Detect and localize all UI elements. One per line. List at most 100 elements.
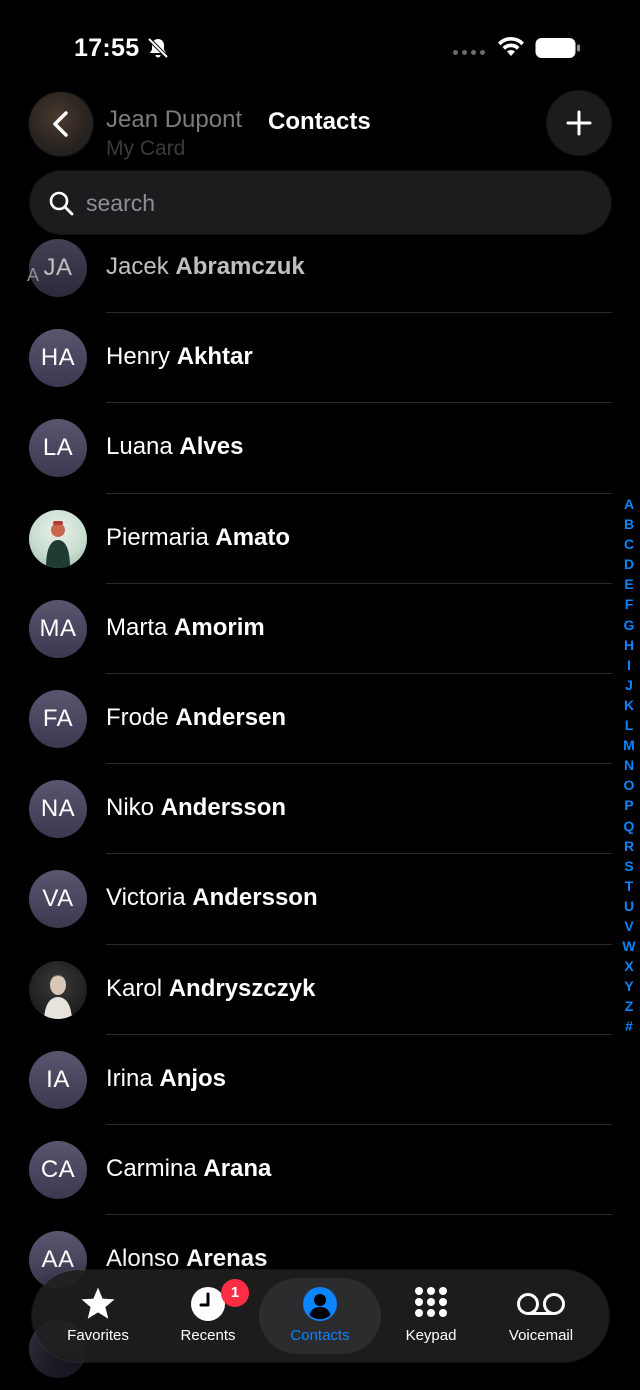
contact-name: Karol Andryszczyk	[106, 975, 315, 1003]
contact-avatar: CA	[29, 1140, 87, 1199]
contacts-list[interactable]: JA Jacek Abramczuk HA Henry Akhtar LA Lu…	[0, 223, 612, 1305]
contact-name: Marta Amorim	[106, 614, 265, 642]
contact-name: Victoria Andersson	[106, 884, 318, 912]
contact-name: Jacek Abramczuk	[106, 253, 305, 281]
contact-row[interactable]: NA Niko Andersson	[0, 764, 612, 855]
contact-avatar: IA	[29, 1050, 87, 1109]
contact-avatar: VA	[29, 870, 87, 929]
contact-row[interactable]: CA Carmina Arana	[0, 1125, 612, 1216]
my-card-name[interactable]: Jean Dupont	[106, 106, 242, 134]
contact-first-name: Irina	[106, 1064, 153, 1092]
contact-first-name: Jacek	[106, 253, 169, 280]
index-letter[interactable]: J	[619, 675, 639, 695]
index-letter[interactable]: Q	[619, 816, 639, 836]
contact-row[interactable]: Karol Andryszczyk	[0, 945, 612, 1035]
contact-last-name: Akhtar	[176, 343, 253, 371]
index-letter[interactable]: F	[619, 594, 639, 614]
contact-row[interactable]: LA Luana Alves	[0, 403, 612, 494]
alphabet-index[interactable]: A B C D E F G H I J K L M N O P Q R S T …	[619, 494, 639, 1037]
status-time: 17:55	[74, 34, 140, 62]
tab-keypad[interactable]: Keypad	[376, 1270, 486, 1362]
contact-first-name: Alonso	[106, 1245, 180, 1273]
search-icon	[49, 191, 74, 216]
contact-first-name: Karol	[106, 974, 163, 1002]
contact-avatar: LA	[29, 419, 87, 478]
section-header-letter: A	[27, 265, 40, 285]
tab-bar: Favorites Recents Contacts Keypad Voicem…	[32, 1270, 609, 1362]
contact-last-name: Amorim	[174, 613, 265, 641]
wifi-icon	[498, 36, 524, 56]
keypad-icon	[415, 1287, 447, 1317]
chevron-left-icon	[53, 111, 68, 137]
contact-row[interactable]: IA Irina Anjos	[0, 1035, 612, 1125]
contact-avatar: MA	[29, 599, 87, 658]
contact-first-name: Marta	[106, 613, 168, 641]
person-circle-icon	[303, 1287, 337, 1321]
contact-row[interactable]: Piermaria Amato	[0, 494, 612, 584]
back-button[interactable]	[29, 92, 93, 156]
index-letter[interactable]: R	[619, 836, 639, 856]
tab-contacts[interactable]: Contacts	[259, 1278, 381, 1354]
index-letter[interactable]: V	[619, 916, 639, 936]
contact-last-name: Arenas	[186, 1245, 268, 1273]
tab-label: Recents	[180, 1327, 236, 1344]
tab-favorites[interactable]: Favorites	[43, 1270, 153, 1362]
index-letter[interactable]: U	[619, 896, 639, 916]
contact-first-name: Henry	[106, 343, 171, 371]
contact-last-name: Andersson	[192, 884, 318, 912]
recents-badge: 1	[221, 1279, 249, 1307]
contact-first-name: Piermaria	[106, 523, 209, 551]
contact-last-name: Andersen	[175, 703, 287, 731]
index-letter[interactable]: S	[619, 856, 639, 876]
index-letter[interactable]: E	[619, 574, 639, 594]
tab-label: Keypad	[405, 1327, 457, 1344]
index-letter[interactable]: D	[619, 554, 639, 574]
tab-label: Contacts	[290, 1327, 350, 1344]
index-letter[interactable]: L	[619, 715, 639, 735]
index-letter[interactable]: Z	[619, 996, 639, 1016]
contact-name: Niko Andersson	[106, 794, 286, 822]
index-letter[interactable]: Y	[619, 976, 639, 996]
contact-first-name: Luana	[106, 433, 173, 461]
contact-last-name: Alves	[179, 433, 244, 461]
index-letter[interactable]: #	[619, 1016, 639, 1036]
index-letter[interactable]: X	[619, 956, 639, 976]
index-letter[interactable]: A	[619, 494, 639, 514]
tab-voicemail[interactable]: Voicemail	[486, 1270, 596, 1362]
contact-row[interactable]: MA Marta Amorim	[0, 584, 612, 674]
contact-avatar: NA	[29, 780, 87, 839]
index-letter[interactable]: H	[619, 635, 639, 655]
contact-first-name: Victoria	[106, 884, 186, 912]
battery-icon	[535, 38, 580, 58]
index-letter[interactable]: M	[619, 735, 639, 755]
contact-name: Irina Anjos	[106, 1065, 226, 1093]
index-letter[interactable]: W	[619, 936, 639, 956]
index-letter[interactable]: I	[619, 655, 639, 675]
contact-row[interactable]: JA Jacek Abramczuk	[0, 223, 612, 314]
tab-recents[interactable]: Recents	[153, 1270, 263, 1362]
contact-avatar: FA	[29, 689, 87, 748]
page-title: Contacts	[268, 108, 371, 135]
index-letter[interactable]: G	[619, 615, 639, 635]
index-letter[interactable]: N	[619, 755, 639, 775]
index-letter[interactable]: C	[619, 534, 639, 554]
index-letter[interactable]: O	[619, 775, 639, 795]
plus-icon	[566, 110, 592, 136]
add-contact-button[interactable]	[547, 91, 611, 155]
search-input[interactable]	[86, 183, 586, 223]
contact-last-name: Arana	[203, 1154, 272, 1182]
index-letter[interactable]: P	[619, 795, 639, 815]
contact-last-name: Andryszczyk	[168, 974, 316, 1002]
index-letter[interactable]: B	[619, 514, 639, 534]
my-card-subtitle: My Card	[106, 137, 186, 160]
contact-name: Alonso Arenas	[106, 1245, 267, 1273]
contact-first-name: Frode	[106, 703, 169, 731]
index-letter[interactable]: K	[619, 695, 639, 715]
person-photo-icon	[44, 974, 72, 1019]
contact-avatar: HA	[29, 329, 87, 388]
contact-row[interactable]: FA Frode Andersen	[0, 674, 612, 765]
contact-row[interactable]: VA Victoria Andersson	[0, 854, 612, 945]
index-letter[interactable]: T	[619, 876, 639, 896]
contact-name: Luana Alves	[106, 433, 243, 461]
contact-row[interactable]: HA Henry Akhtar	[0, 313, 612, 404]
